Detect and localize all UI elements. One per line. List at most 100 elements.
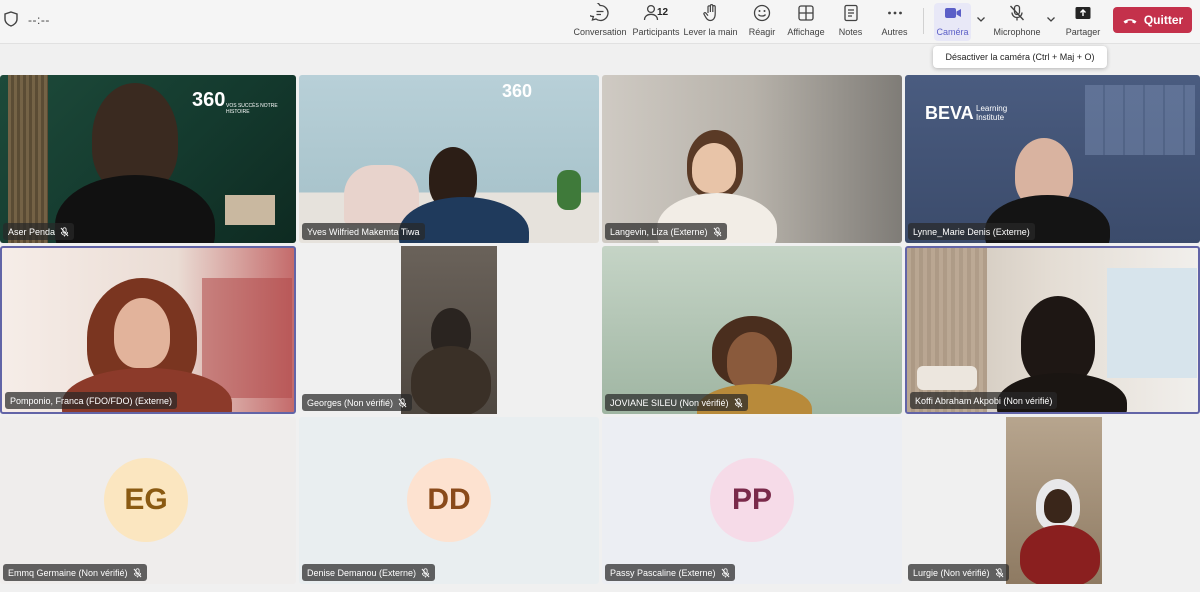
initials-avatar: PP	[710, 458, 794, 542]
participant-name: Pomponio, Franca (FDO/FDO) (Externe)	[10, 395, 173, 406]
muted-microphone-icon	[60, 226, 69, 236]
notes-button[interactable]: Notes	[838, 3, 863, 41]
participant-name: Langevin, Liza (Externe)	[610, 226, 708, 237]
raise-hand-button[interactable]: Lever la main	[683, 3, 738, 41]
participant-name-tag: Georges (Non vérifié)	[302, 394, 413, 411]
conversation-label: Conversation	[573, 27, 627, 37]
portrait-video	[1006, 417, 1102, 584]
participant-name-tag: Lurgie (Non vérifié)	[908, 564, 1009, 581]
participants-label: Participants	[632, 27, 680, 37]
conversation-button[interactable]: Conversation	[573, 3, 627, 41]
muted-microphone-icon	[734, 397, 742, 407]
participant-name-tag: JOVIANE SILEU (Non vérifié)	[605, 394, 748, 411]
raise-hand-label: Lever la main	[683, 27, 738, 37]
video-tile[interactable]: 360 Yves Wilfried Makemta Tiwa	[299, 75, 599, 243]
participant-body	[1020, 525, 1100, 584]
video-camera-icon	[944, 8, 961, 18]
participants-count: 12	[657, 7, 669, 18]
react-label: Réagir	[748, 27, 776, 37]
participant-name: Koffi Abraham Akpobi (Non vérifié)	[915, 395, 1053, 406]
participant-name-tag: Langevin, Liza (Externe)	[605, 223, 727, 240]
avatar-tile[interactable]: PP Passy Pascaline (Externe)	[602, 417, 902, 584]
meeting-toolbar: --:-- Conversation 12 Participants Lever…	[0, 0, 1200, 44]
view-button[interactable]: Affichage	[787, 3, 825, 41]
brand-logo: 360	[192, 89, 226, 111]
window	[1107, 268, 1197, 378]
portrait-video	[401, 246, 497, 414]
leave-call-button[interactable]: Quitter	[1113, 7, 1192, 33]
brand-logo: 360	[502, 81, 533, 101]
chat-icon	[590, 3, 609, 22]
participant-name: Georges (Non vérifié)	[307, 397, 394, 408]
microphone-button[interactable]: Microphone	[993, 3, 1041, 41]
toolbar-divider	[923, 8, 924, 34]
window-panes	[1085, 85, 1195, 155]
video-tile[interactable]: JOVIANE SILEU (Non vérifié)	[602, 246, 902, 414]
video-tile-speaking[interactable]: Pomponio, Franca (FDO/FDO) (Externe)	[0, 246, 296, 414]
microphone-options-chevron-icon[interactable]	[1046, 14, 1056, 24]
video-tile[interactable]: 360 VOS SUCCÈS NOTRE HISTOIRE Aser Penda	[0, 75, 296, 243]
participant-name-tag: Koffi Abraham Akpobi (Non vérifié)	[910, 392, 1058, 409]
participant-name-tag: Lynne_Marie Denis (Externe)	[908, 223, 1035, 240]
camera-tooltip: Désactiver la caméra (Ctrl + Maj + O)	[933, 46, 1107, 68]
call-timer: --:--	[28, 13, 50, 27]
red-panel	[202, 278, 292, 398]
video-tile[interactable]: BEVA Learning Institute Lynne_Marie Deni…	[905, 75, 1200, 243]
participant-name-tag: Yves Wilfried Makemta Tiwa	[302, 223, 425, 240]
share-label: Partager	[1065, 27, 1101, 37]
grid-icon	[798, 5, 814, 21]
avatar-tile[interactable]: DD Denise Demanou (Externe)	[299, 417, 599, 584]
video-tile[interactable]: Langevin, Liza (Externe)	[602, 75, 902, 243]
camera-options-chevron-icon[interactable]	[976, 14, 986, 24]
participant-body	[55, 175, 215, 243]
participant-name: Emmq Germaine (Non vérifié)	[8, 567, 128, 578]
brand-tagline: Learning Institute	[976, 104, 1008, 122]
microphone-off-icon	[1009, 4, 1025, 21]
wall-panel	[8, 75, 48, 243]
more-button[interactable]: Autres	[881, 3, 908, 41]
avatar-tile[interactable]: EG Emmq Germaine (Non vérifié)	[0, 417, 296, 584]
participant-face	[114, 298, 170, 368]
notes-label: Notes	[838, 27, 863, 37]
initials-avatar: DD	[407, 458, 491, 542]
muted-microphone-icon	[713, 226, 721, 236]
participant-name: JOVIANE SILEU (Non vérifié)	[610, 397, 729, 408]
participants-button[interactable]: 12 Participants	[632, 3, 680, 41]
participant-name-tag: Pomponio, Franca (FDO/FDO) (Externe)	[5, 392, 178, 409]
video-tile[interactable]: Koffi Abraham Akpobi (Non vérifié)	[905, 246, 1200, 414]
participant-name: Aser Penda	[8, 226, 56, 237]
sofa	[917, 366, 977, 390]
brand-tagline: VOS SUCCÈS NOTRE HISTOIRE	[226, 103, 278, 115]
participant-name: Yves Wilfried Makemta Tiwa	[307, 226, 420, 237]
share-screen-icon	[1075, 7, 1091, 19]
participant-body	[411, 346, 491, 414]
muted-microphone-icon	[398, 397, 407, 407]
emoji-icon	[753, 4, 771, 22]
microphone-label: Microphone	[993, 27, 1041, 37]
muted-microphone-icon	[721, 567, 729, 577]
leave-call-label: Quitter	[1143, 13, 1184, 27]
camera-button[interactable]: Caméra	[934, 3, 971, 41]
react-button[interactable]: Réagir	[748, 3, 776, 41]
plant	[557, 170, 581, 210]
hang-up-icon	[1123, 19, 1137, 24]
participant-name: Lynne_Marie Denis (Externe)	[913, 226, 1030, 237]
more-icon	[887, 11, 902, 15]
participant-name-tag: Denise Demanou (Externe)	[302, 564, 436, 581]
video-tile[interactable]: Georges (Non vérifié)	[299, 246, 599, 414]
shield-icon[interactable]	[4, 11, 18, 27]
participant-name-tag: Aser Penda	[3, 223, 75, 240]
video-tile[interactable]: Lurgie (Non vérifié)	[905, 417, 1200, 584]
camera-label: Caméra	[936, 27, 969, 37]
hand-icon	[702, 4, 716, 22]
participant-name-tag: Emmq Germaine (Non vérifié)	[3, 564, 147, 581]
initials-avatar: EG	[104, 458, 188, 542]
participant-face	[1044, 489, 1072, 523]
participant-name: Passy Pascaline (Externe)	[610, 567, 716, 578]
notes-icon	[843, 4, 858, 22]
share-button[interactable]: Partager	[1066, 3, 1100, 41]
more-label: Autres	[881, 27, 908, 37]
participant-face	[727, 332, 777, 390]
brand-logo: BEVA	[925, 103, 974, 123]
participant-name: Denise Demanou (Externe)	[307, 567, 417, 578]
